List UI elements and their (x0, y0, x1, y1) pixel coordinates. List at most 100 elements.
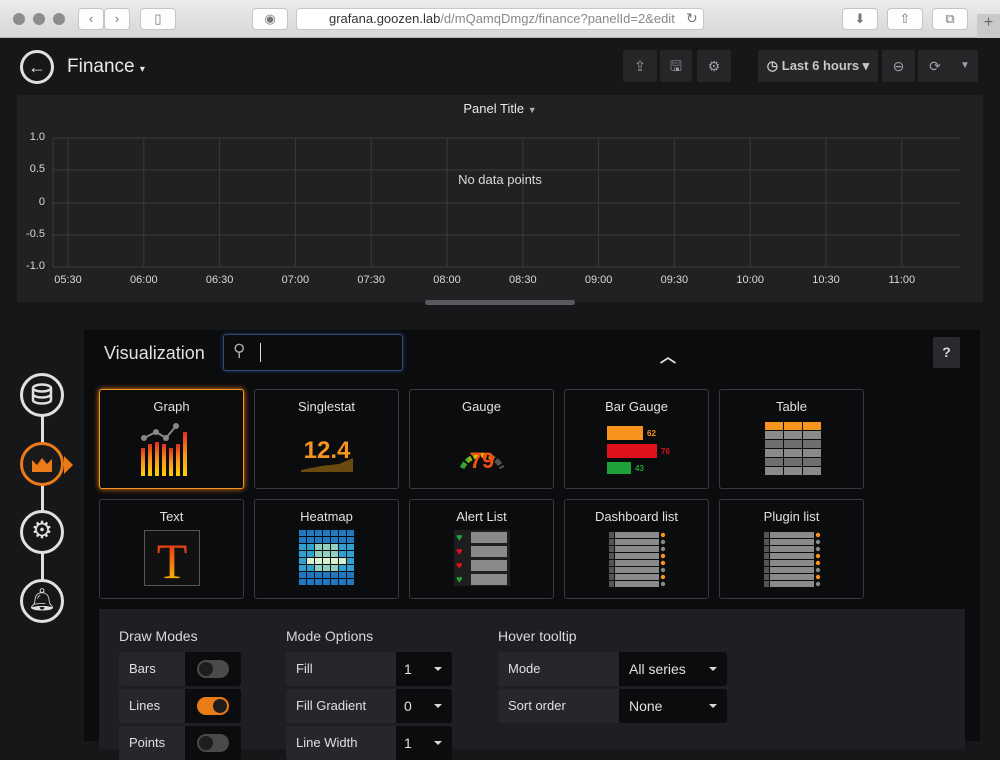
viz-card-label: Bar Gauge (605, 399, 668, 414)
toggle-switch[interactable] (197, 697, 229, 715)
editor-steps-line (41, 400, 44, 600)
sidebar-alert-bell-icon[interactable]: 🔔︎ (20, 579, 64, 623)
gauge-icon: 79 (410, 422, 553, 476)
bars-toggle[interactable] (185, 652, 241, 686)
caret-down-icon (709, 667, 717, 671)
toggle-switch[interactable] (197, 734, 229, 752)
viz-card-dashboard-list[interactable]: Dashboard list (564, 499, 709, 599)
viz-card-table[interactable]: Table (719, 389, 864, 489)
sidebar-visualization-chart-icon[interactable] (20, 442, 64, 486)
caret-down-icon (434, 704, 442, 708)
text-cursor (260, 343, 261, 362)
viz-card-label: Gauge (461, 399, 502, 414)
select-value: 1 (404, 735, 412, 751)
viz-card-plugin-list[interactable]: Plugin list (719, 499, 864, 599)
y-tick-label: 0 (38, 196, 45, 208)
viz-card-label: Heatmap (300, 509, 353, 524)
x-tick-label: 06:30 (205, 274, 234, 286)
x-tick-label: 08:30 (509, 274, 537, 286)
x-tick-label: 10:00 (736, 274, 764, 286)
section-title: Visualization (104, 343, 205, 363)
help-button[interactable]: ? (933, 337, 960, 368)
no-data-message: No data points (458, 172, 542, 187)
toggle-switch[interactable] (197, 660, 229, 678)
active-step-pointer (64, 456, 73, 474)
points-toggle[interactable] (185, 726, 241, 760)
option-label: Points (129, 735, 166, 750)
graph-icon (100, 422, 243, 476)
x-tick-label: 06:00 (130, 274, 158, 286)
viz-card-alert-list[interactable]: Alert List ♥ ♥ ♥ ♥ (409, 499, 554, 599)
svg-text:62: 62 (647, 429, 656, 438)
dashboard-list-icon (565, 530, 708, 588)
alert-list-icon: ♥ ♥ ♥ ♥ (410, 530, 553, 586)
sidebar-general-gear-icon[interactable]: ⚙ (20, 510, 64, 554)
x-tick-label: 09:00 (584, 274, 613, 286)
x-tick-label: 10:30 (812, 274, 840, 286)
x-tick-label: 11:00 (888, 274, 916, 286)
bar-gauge-icon: 62 76 43 (565, 422, 708, 476)
viz-card-label: Text (159, 509, 184, 524)
visualization-search-input[interactable]: ⚲ (223, 334, 403, 371)
viz-card-label: Table (775, 399, 808, 414)
svg-text:♥: ♥ (456, 574, 463, 586)
lines-toggle[interactable] (185, 689, 241, 723)
x-tick-label: 05:30 (54, 274, 82, 286)
fill-select[interactable]: 1 (396, 652, 452, 686)
x-tick-label: 08:00 (433, 274, 461, 286)
table-icon (720, 422, 863, 480)
x-tick-label: 07:30 (357, 274, 385, 286)
select-value: 0 (404, 698, 412, 714)
plugin-list-icon (720, 530, 863, 588)
text-icon: T (100, 530, 243, 586)
graph-grid (52, 137, 960, 268)
fill-gradient-select[interactable]: 0 (396, 689, 452, 723)
hover-tooltip-heading: Hover tooltip (498, 628, 577, 644)
x-tick-label: 07:00 (281, 274, 310, 286)
caret-down-icon (434, 741, 442, 745)
y-tick-label: -0.5 (26, 228, 45, 240)
options-panel: Draw Modes Mode Options Hover tooltip Ba… (99, 609, 965, 760)
collapse-chevron-up-icon[interactable]: ︿ (660, 343, 676, 367)
y-tick-label: 1.0 (29, 131, 45, 143)
svg-text:T: T (156, 533, 187, 586)
viz-card-singlestat[interactable]: Singlestat 12.4 (254, 389, 399, 489)
draw-modes-heading: Draw Modes (119, 628, 198, 644)
svg-text:43: 43 (635, 464, 644, 473)
option-label: Fill (296, 661, 313, 676)
viz-card-heatmap[interactable]: Heatmap (254, 499, 399, 599)
viz-card-label: Plugin list (763, 509, 820, 524)
viz-card-bar-gauge[interactable]: Bar Gauge 62 76 43 (564, 389, 709, 489)
mode-options-heading: Mode Options (286, 628, 374, 644)
caret-down-icon (434, 667, 442, 671)
viz-card-graph[interactable]: Graph (99, 389, 244, 489)
heatmap-icon (255, 530, 398, 586)
select-value: None (629, 698, 663, 714)
option-label: Mode (508, 661, 541, 676)
select-value: 1 (404, 661, 412, 677)
caret-down-icon (709, 704, 717, 708)
svg-text:79: 79 (469, 448, 493, 473)
option-label: Fill Gradient (296, 698, 367, 713)
svg-text:♥: ♥ (456, 532, 463, 544)
viz-card-label: Graph (153, 399, 190, 414)
select-value: All series (629, 661, 686, 677)
svg-text:76: 76 (661, 447, 670, 456)
viz-card-text[interactable]: Text T (99, 499, 244, 599)
tooltip-sort-order-select[interactable]: None (619, 689, 727, 723)
svg-text:♥: ♥ (456, 560, 463, 572)
svg-text:12.4: 12.4 (303, 437, 350, 464)
tooltip-mode-select[interactable]: All series (619, 652, 727, 686)
sidebar-queries-database-icon[interactable] (20, 373, 64, 417)
singlestat-icon: 12.4 (255, 422, 398, 476)
x-tick-label: 09:30 (660, 274, 689, 286)
option-label: Lines (129, 698, 161, 713)
viz-card-label: Singlestat (297, 399, 356, 414)
option-label: Bars (129, 661, 156, 676)
panel-resize-handle[interactable] (425, 300, 575, 305)
line-width-select[interactable]: 1 (396, 726, 452, 760)
option-label: Sort order (508, 698, 566, 713)
viz-card-gauge[interactable]: Gauge 79 (409, 389, 554, 489)
y-tick-label: -1.0 (26, 260, 45, 272)
svg-text:♥: ♥ (456, 546, 463, 558)
